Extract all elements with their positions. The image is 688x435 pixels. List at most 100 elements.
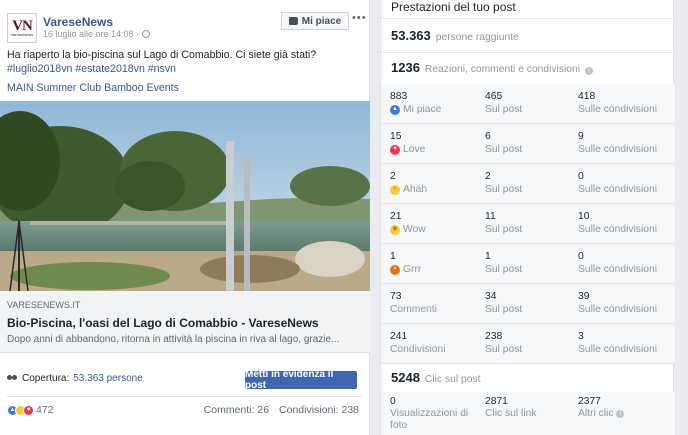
info-icon[interactable]: i <box>585 67 594 75</box>
metric-total: 73 Commenti <box>390 290 437 316</box>
metric-on-post: 6 Sul post <box>485 130 522 156</box>
page: VN VareseNews VareseNews 16 luglio alle … <box>0 0 688 435</box>
metric-on-post: 238 Sul post <box>485 330 522 356</box>
boost-post-button[interactable]: Metti in evidenza il post <box>245 369 357 391</box>
metric-number: 10 <box>578 211 590 222</box>
interactions-number: 1236 <box>391 60 420 75</box>
post-meta: 16 luglio alle ore 14:08 · <box>43 29 151 39</box>
metric-number: 21 <box>390 211 402 222</box>
reactions-summary[interactable]: ▲ ♥ 472 <box>7 404 54 416</box>
reach-summary: 53.363 persone raggiunte <box>391 28 519 43</box>
metric-on-shares: 0 Sulle condivisioni <box>578 170 657 196</box>
metric-row: 883 ▲ Mi piace 465 Sul post 418 Sulle condi… <box>381 84 675 124</box>
more-options-icon[interactable]: ••• <box>352 12 367 24</box>
interactions-summary: 1236 Reazioni, commenti e condivisioni i <box>391 60 594 75</box>
metric-number: 2377 <box>578 396 601 407</box>
metric-label-text: Wow <box>403 224 426 235</box>
reactions-count: 472 <box>36 404 54 416</box>
logo-mark: VN <box>12 18 33 34</box>
link-clicks-metric: 2871 Clic sul link <box>485 395 570 420</box>
metric-on-post: 2 Sul post <box>485 170 522 196</box>
metric-number: 2 <box>485 171 491 182</box>
angry-reaction-icon: • <box>390 264 400 275</box>
metric-total: 1 • Grrr <box>390 250 421 276</box>
metric-label: Sulle condivisioni <box>578 184 657 195</box>
page-avatar[interactable]: VN VareseNews <box>7 13 37 43</box>
interactions-label: Reazioni, commenti e condivisioni <box>424 64 581 75</box>
metric-label-text: Grrr <box>403 264 422 275</box>
post-hashtags[interactable]: #luglio2018vn #estate2018vn #nsvn <box>7 63 176 75</box>
metric-number: 3 <box>578 331 584 342</box>
link-title[interactable]: Bio-Piscina, l'oasi del Lago di Comabbio… <box>7 316 319 330</box>
love-reaction-icon: ♥ <box>390 144 400 155</box>
shares-count[interactable]: Condivisioni: 238 <box>279 404 359 416</box>
clicks-number: 5248 <box>391 370 420 385</box>
reaction-icons: ▲ ♥ <box>7 404 34 416</box>
metric-number: 6 <box>485 131 491 142</box>
like-page-button[interactable]: Mi piace <box>281 12 349 30</box>
metric-on-shares: 418 Sulle condivisioni <box>578 90 657 116</box>
clicks-breakdown: 0 Visualizzazioni di foto 2871 Clic sul li… <box>381 392 675 435</box>
metric-label: Sul post <box>485 264 523 275</box>
post-date[interactable]: 16 luglio alle ore 14:08 · <box>43 29 139 39</box>
metric-label: Condivisioni <box>390 344 446 355</box>
metric-total: 21 o Wow <box>390 210 426 236</box>
metric-number: 0 <box>390 396 396 407</box>
metric-label-text: Ahah <box>403 184 428 195</box>
metric-total: 241 Condivisioni <box>390 330 446 356</box>
link-preview[interactable]: VARESENEWS.IT Bio-Piscina, l'oasi del La… <box>0 291 370 353</box>
metric-on-shares: 9 Sulle condivisioni <box>578 130 657 156</box>
divider <box>381 18 673 19</box>
metric-label: ᵕ Ahah <box>390 183 427 196</box>
link-domain: VARESENEWS.IT <box>7 300 81 310</box>
info-icon[interactable]: i <box>616 410 625 418</box>
post-photo[interactable] <box>0 101 370 291</box>
coverage-label: Copertura: <box>22 373 70 384</box>
like-reaction-icon: ▲ <box>390 104 400 115</box>
metric-row: 73 Commenti 34 Sul post 39 Sulle condivisio… <box>381 284 675 324</box>
wow-reaction-icon: o <box>390 224 400 235</box>
metric-label: Sulle condivisioni <box>578 264 657 275</box>
metric-number: 15 <box>390 131 402 142</box>
metric-label: Sulle condivisioni <box>578 104 657 115</box>
thumbs-up-icon <box>288 17 298 25</box>
divider <box>381 52 673 53</box>
clicks-label: Clic sul post <box>424 374 481 385</box>
metric-label: Clic sul link <box>485 408 537 419</box>
metric-label: Sulle condivisioni <box>578 304 657 315</box>
metric-number: 0 <box>578 251 584 262</box>
metric-number: 2 <box>390 171 396 182</box>
metric-on-shares: 10 Sulle condivisioni <box>578 210 657 236</box>
post-link[interactable]: MAIN Summer Club Bamboo Events <box>7 82 179 94</box>
link-description: Dopo anni di abbandono, ritorna in attiv… <box>7 334 340 345</box>
haha-reaction-icon: ᵕ <box>390 184 400 195</box>
metric-label: Sul post <box>485 104 523 115</box>
metrics-table: 883 ▲ Mi piace 465 Sul post 418 Sulle condi… <box>381 84 675 364</box>
metric-label: Altri clic i <box>578 408 663 420</box>
metric-label: Sul post <box>485 304 523 315</box>
metric-on-post: 465 Sul post <box>485 90 522 116</box>
coverage-value[interactable]: 53.363 persone <box>73 373 143 384</box>
metric-total: 883 ▲ Mi piace <box>390 90 441 116</box>
metric-row: 15 ♥ Love 6 Sul post 9 Sulle condivisioni <box>381 124 675 164</box>
metric-on-shares: 39 Sulle condivisioni <box>578 290 657 316</box>
metric-number: 39 <box>578 291 590 302</box>
like-page-label: Mi piace <box>301 15 342 27</box>
metric-label: Sul post <box>485 144 523 155</box>
metric-label-text: Love <box>403 144 426 155</box>
metric-on-post: 34 Sul post <box>485 290 522 316</box>
page-name-link[interactable]: VareseNews <box>43 15 113 29</box>
metric-label: • Grrr <box>390 263 421 276</box>
insights-title: Prestazioni del tuo post <box>391 0 516 14</box>
comments-count[interactable]: Commenti: 26 <box>204 404 269 416</box>
metric-number: 883 <box>390 91 408 102</box>
other-clicks-metric: 2377 Altri clic i <box>578 395 663 420</box>
post-card: VN VareseNews VareseNews 16 luglio alle … <box>0 0 370 435</box>
metric-total: 2 ᵕ Ahah <box>390 170 427 196</box>
love-reaction-icon: ♥ <box>23 404 34 416</box>
metric-on-shares: 3 Sulle condivisioni <box>578 330 657 356</box>
metric-on-shares: 0 Sulle condivisioni <box>578 250 657 276</box>
metric-label: ♥ Love <box>390 143 425 156</box>
metric-label: Commenti <box>390 304 437 315</box>
metric-number: 241 <box>390 331 408 342</box>
